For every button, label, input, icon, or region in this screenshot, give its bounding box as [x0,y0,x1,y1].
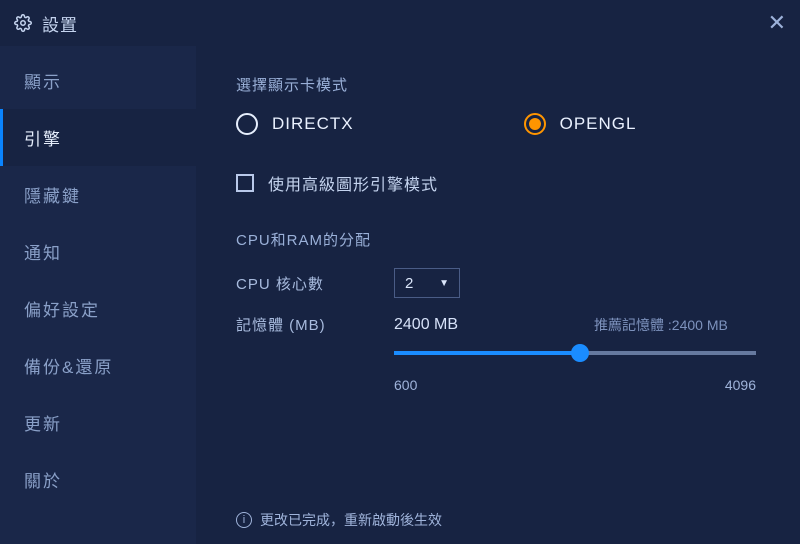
slider-min: 600 [394,377,417,393]
advanced-graphics-checkbox[interactable]: 使用高級圖形引擎模式 [236,171,760,195]
advanced-graphics-label: 使用高級圖形引擎模式 [268,171,438,195]
titlebar: 設置 ✕ [0,0,800,46]
sidebar-item-notification[interactable]: 通知 [0,223,196,280]
sidebar-item-backup-restore[interactable]: 備份&還原 [0,337,196,394]
gear-icon [14,14,32,32]
cpu-cores-value: 2 [405,275,413,292]
memory-recommended: 推薦記憶體 :2400 MB [594,315,728,335]
sidebar-item-hidden-keys[interactable]: 隱藏鍵 [0,166,196,223]
cpu-ram-section-label: CPU和RAM的分配 [236,229,760,250]
footer-text: 更改已完成，重新啟動後生效 [260,510,442,530]
slider-max: 4096 [725,377,756,393]
cpu-cores-label: CPU 核心數 [236,273,394,294]
memory-slider[interactable] [394,351,756,355]
graphics-mode-label: 選擇顯示卡模式 [236,74,760,95]
checkbox-icon [236,174,254,192]
footer-message: i 更改已完成，重新啟動後生效 [236,510,760,530]
memory-label: 記憶體 (MB) [236,314,394,335]
sidebar-item-preferences[interactable]: 偏好設定 [0,280,196,337]
radio-directx[interactable]: DIRECTX [236,113,354,135]
sidebar-item-display[interactable]: 顯示 [0,52,196,109]
main-panel: 選擇顯示卡模式 DIRECTX OPENGL 使用高級圖形引擎模式 CPU和RA… [196,46,800,544]
chevron-down-icon: ▼ [439,278,449,289]
slider-thumb[interactable] [571,344,589,362]
memory-value: 2400 MB [394,316,594,334]
cpu-cores-select[interactable]: 2 ▼ [394,268,460,298]
sidebar-item-engine[interactable]: 引擎 [0,109,196,166]
slider-fill [394,351,580,355]
radio-icon [524,113,546,135]
sidebar: 顯示 引擎 隱藏鍵 通知 偏好設定 備份&還原 更新 關於 [0,46,196,544]
radio-directx-label: DIRECTX [272,114,354,134]
radio-icon [236,113,258,135]
sidebar-item-update[interactable]: 更新 [0,394,196,451]
radio-opengl[interactable]: OPENGL [524,113,637,135]
info-icon: i [236,512,252,528]
sidebar-item-about[interactable]: 關於 [0,451,196,508]
close-icon[interactable]: ✕ [768,10,786,36]
radio-opengl-label: OPENGL [560,114,637,134]
window-title: 設置 [42,11,78,36]
